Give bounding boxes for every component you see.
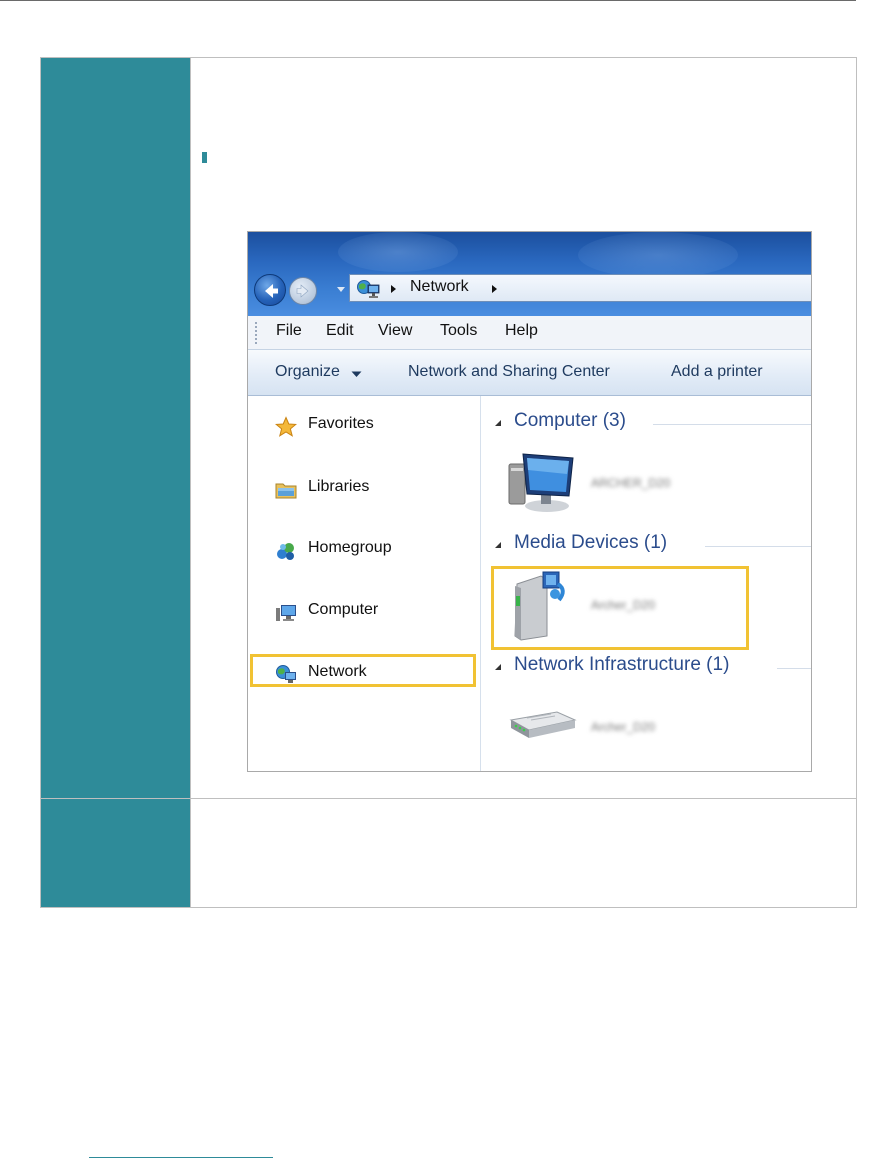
network-highlight-box: [250, 654, 476, 687]
group-title: Network Infrastructure (1): [514, 654, 730, 675]
back-button[interactable]: [254, 274, 286, 306]
device-label[interactable]: Archer_D20: [591, 720, 655, 734]
menu-bar: File Edit View Tools Help: [248, 316, 811, 350]
group-title: Media Devices (1): [514, 532, 668, 553]
collapse-triangle-icon[interactable]: [494, 419, 502, 427]
menu-edit[interactable]: Edit: [326, 322, 354, 340]
titlebar-glow: [578, 232, 738, 278]
chevron-down-icon[interactable]: [351, 371, 362, 378]
nav-item-label: Computer: [308, 601, 379, 618]
homegroup-icon: [277, 543, 294, 560]
menu-tools[interactable]: Tools: [440, 322, 477, 340]
device-label[interactable]: ARCHER_D20: [591, 476, 670, 490]
command-toolbar: Organize Network and Sharing Center Add …: [248, 350, 811, 396]
breadcrumb-chevron-icon[interactable]: [390, 284, 397, 294]
media-device-highlight-box: [491, 566, 749, 650]
arrow-left-icon: [265, 284, 278, 298]
row-separator: [41, 798, 856, 799]
computer-device-icon[interactable]: [507, 448, 577, 518]
organize-button[interactable]: Organize: [275, 363, 340, 381]
navigation-pane: Favorites Libraries Homegroup Computer N…: [248, 396, 481, 771]
title-bar: Network: [248, 232, 811, 316]
menu-help[interactable]: Help: [505, 322, 538, 340]
nav-item-label: Homegroup: [308, 539, 392, 556]
footer-rule: [89, 1157, 273, 1158]
group-rule: [705, 546, 811, 547]
header-rule: [0, 0, 856, 1]
address-location[interactable]: Network: [410, 278, 469, 296]
star-icon: [275, 416, 297, 437]
network-sharing-center-button[interactable]: Network and Sharing Center: [408, 363, 610, 381]
menu-view[interactable]: View: [378, 322, 412, 340]
history-dropdown-icon[interactable]: [336, 286, 346, 294]
collapse-triangle-icon[interactable]: [494, 663, 502, 671]
add-printer-button[interactable]: Add a printer: [671, 363, 763, 381]
menu-file[interactable]: File: [276, 322, 302, 340]
column-separator: [190, 58, 191, 907]
breadcrumb-chevron-icon[interactable]: [491, 284, 498, 294]
collapse-triangle-icon[interactable]: [494, 541, 502, 549]
router-device-icon[interactable]: [507, 706, 577, 742]
forward-button[interactable]: [289, 277, 317, 305]
menu-grip: [255, 322, 257, 344]
address-bar[interactable]: Network: [349, 274, 811, 302]
table-label-cell-1: [41, 58, 190, 798]
bullet-marker: [202, 152, 207, 163]
computer-icon: [276, 605, 296, 621]
group-title: Computer (3): [514, 410, 626, 431]
arrow-right-icon: [296, 284, 309, 298]
table-label-cell-2: [41, 799, 190, 907]
libraries-folder-icon: [275, 483, 297, 499]
group-rule: [777, 668, 811, 669]
nav-item-label: Libraries: [308, 478, 370, 495]
group-rule: [653, 424, 811, 425]
network-globe-icon: [357, 280, 380, 298]
nav-item-label: Favorites: [308, 415, 374, 432]
content-pane: Computer (3) ARCHER_D20 Media Devices (1…: [481, 396, 811, 771]
titlebar-glow: [338, 232, 458, 272]
windows-explorer-screenshot: Network File Edit View Tools Help Organi…: [247, 231, 812, 772]
